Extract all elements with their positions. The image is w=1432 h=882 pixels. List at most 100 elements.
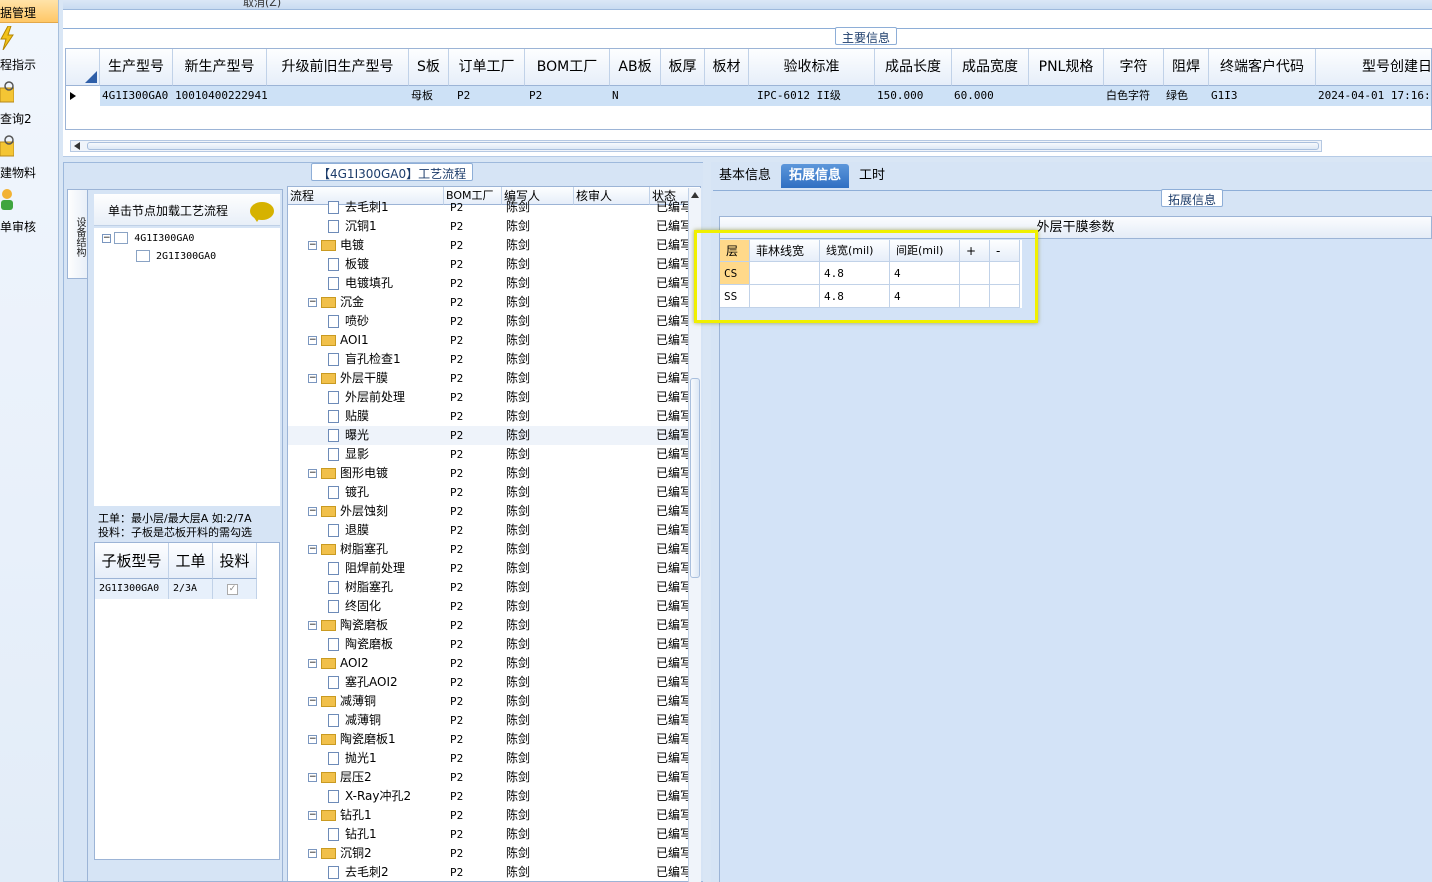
process-row[interactable]: − 电镀 P2 陈剑 已编写 (288, 236, 692, 255)
process-step-cell[interactable]: 陶瓷磨板 (324, 635, 444, 654)
process-row[interactable]: − 陶瓷磨板 P2 陈剑 已编写 (288, 616, 692, 635)
process-factory-cell[interactable]: P2 (450, 521, 500, 540)
process-step-cell[interactable]: − 沉铜2 (308, 844, 444, 863)
process-row[interactable]: 喷砂 P2 陈剑 已编写 (288, 312, 692, 331)
nav-item-process-guide[interactable]: 程指示 (0, 26, 58, 76)
col-header[interactable]: 订单工厂 (449, 49, 525, 86)
process-row[interactable]: − 减薄铜 P2 陈剑 已编写 (288, 692, 692, 711)
tree-node-child[interactable]: 2G1I300GA0 (136, 250, 216, 262)
process-writer-cell[interactable]: 陈剑 (506, 483, 566, 502)
process-step-cell[interactable]: − 层压2 (308, 768, 444, 787)
process-row[interactable]: 退膜 P2 陈剑 已编写 (288, 521, 692, 540)
process-writer-cell[interactable]: 陈剑 (506, 521, 566, 540)
process-writer-cell[interactable]: 陈剑 (506, 844, 566, 863)
cell[interactable]: 白色字符 (1104, 86, 1164, 106)
process-writer-cell[interactable]: 陈剑 (506, 654, 566, 673)
process-writer-cell[interactable]: 陈剑 (506, 711, 566, 730)
side-tab-structure[interactable]: 设备结构 (67, 189, 87, 279)
cell[interactable]: P2 (449, 86, 525, 106)
process-row[interactable]: 沉铜1 P2 陈剑 已编写 (288, 217, 692, 236)
process-factory-cell[interactable]: P2 (450, 825, 500, 844)
process-factory-cell[interactable]: P2 (450, 198, 500, 217)
process-factory-cell[interactable]: P2 (450, 426, 500, 445)
col-header[interactable]: 投料 (213, 543, 257, 579)
cell[interactable]: 4G1I300GA0 (100, 86, 173, 106)
process-writer-cell[interactable]: 陈剑 (506, 255, 566, 274)
cell[interactable]: 绿色 (1164, 86, 1209, 106)
process-writer-cell[interactable]: 陈剑 (506, 293, 566, 312)
process-row[interactable]: − 沉铜2 P2 陈剑 已编写 (288, 844, 692, 863)
collapse-icon[interactable]: − (308, 849, 317, 858)
cell[interactable]: P2 (525, 86, 610, 106)
tree-node-root[interactable]: − 4G1I300GA0 (102, 232, 194, 244)
process-writer-cell[interactable]: 陈剑 (506, 331, 566, 350)
collapse-icon[interactable]: − (308, 621, 317, 630)
process-writer-cell[interactable]: 陈剑 (506, 749, 566, 768)
process-step-cell[interactable]: 贴膜 (324, 407, 444, 426)
process-factory-cell[interactable]: P2 (450, 787, 500, 806)
scroll-thumb[interactable] (87, 142, 1319, 150)
process-step-cell[interactable]: − 陶瓷磨板1 (308, 730, 444, 749)
scroll-left-icon[interactable] (74, 142, 80, 150)
collapse-icon[interactable]: − (308, 241, 317, 250)
collapse-icon[interactable]: − (308, 298, 317, 307)
col-header[interactable]: 阻焊 (1164, 49, 1209, 86)
collapse-icon[interactable]: − (308, 507, 317, 516)
cell[interactable]: 2G1I300GA0 (95, 579, 169, 599)
process-writer-cell[interactable]: 陈剑 (506, 559, 566, 578)
process-writer-cell[interactable]: 陈剑 (506, 597, 566, 616)
process-factory-cell[interactable]: P2 (450, 616, 500, 635)
chat-bubble-icon[interactable] (250, 202, 274, 222)
cancel-button[interactable]: 取消(Z) (243, 0, 281, 9)
process-row[interactable]: − 图形电镀 P2 陈剑 已编写 (288, 464, 692, 483)
process-row[interactable]: 板镀 P2 陈剑 已编写 (288, 255, 692, 274)
process-writer-cell[interactable]: 陈剑 (506, 787, 566, 806)
process-step-cell[interactable]: 曝光 (324, 426, 444, 445)
cell[interactable] (267, 86, 409, 106)
process-row[interactable]: 终固化 P2 陈剑 已编写 (288, 597, 692, 616)
process-writer-cell[interactable]: 陈剑 (506, 236, 566, 255)
process-row[interactable]: 贴膜 P2 陈剑 已编写 (288, 407, 692, 426)
process-writer-cell[interactable]: 陈剑 (506, 217, 566, 236)
nav-item-create-material[interactable]: 建物料 (0, 134, 58, 184)
nav-item-order-review[interactable]: 单审核 (0, 188, 58, 238)
col-header[interactable]: BOM工厂 (525, 49, 610, 86)
process-factory-cell[interactable]: P2 (450, 673, 500, 692)
process-step-cell[interactable]: 阻焊前处理 (324, 559, 444, 578)
process-row[interactable]: X-Ray冲孔2 P2 陈剑 已编写 (288, 787, 692, 806)
process-step-cell[interactable]: − 电镀 (308, 236, 444, 255)
process-factory-cell[interactable]: P2 (450, 217, 500, 236)
process-writer-cell[interactable]: 陈剑 (506, 578, 566, 597)
process-step-cell[interactable]: − 陶瓷磨板 (308, 616, 444, 635)
process-writer-cell[interactable]: 陈剑 (506, 502, 566, 521)
process-step-cell[interactable]: − AOI2 (308, 654, 444, 673)
col-header[interactable]: 型号创建日 (1316, 49, 1431, 86)
scroll-thumb[interactable] (690, 378, 700, 578)
process-writer-cell[interactable]: 陈剑 (506, 426, 566, 445)
process-factory-cell[interactable]: P2 (450, 692, 500, 711)
process-step-cell[interactable]: 终固化 (324, 597, 444, 616)
process-step-cell[interactable]: 显影 (324, 445, 444, 464)
cell[interactable]: 60.000 (952, 86, 1029, 106)
cell[interactable]: G1I3 (1209, 86, 1316, 106)
process-writer-cell[interactable]: 陈剑 (506, 198, 566, 217)
process-writer-cell[interactable]: 陈剑 (506, 825, 566, 844)
process-factory-cell[interactable]: P2 (450, 711, 500, 730)
process-row[interactable]: 去毛刺1 P2 陈剑 已编写 (288, 198, 692, 217)
process-step-cell[interactable]: 去毛刺2 (324, 863, 444, 881)
cell[interactable]: 2/3A (169, 579, 213, 599)
process-step-cell[interactable]: 喷砂 (324, 312, 444, 331)
tab-extended-info[interactable]: 拓展信息 (781, 164, 850, 188)
process-writer-cell[interactable]: 陈剑 (506, 350, 566, 369)
process-row[interactable]: − 陶瓷磨板1 P2 陈剑 已编写 (288, 730, 692, 749)
process-row[interactable]: 钻孔1 P2 陈剑 已编写 (288, 825, 692, 844)
process-row[interactable]: − AOI1 P2 陈剑 已编写 (288, 331, 692, 350)
process-factory-cell[interactable]: P2 (450, 540, 500, 559)
col-header[interactable]: PNL规格 (1029, 49, 1104, 86)
process-step-cell[interactable]: 镀孔 (324, 483, 444, 502)
col-header[interactable]: 验收标准 (749, 49, 875, 86)
process-step-cell[interactable]: 沉铜1 (324, 217, 444, 236)
process-row[interactable]: 显影 P2 陈剑 已编写 (288, 445, 692, 464)
scroll-up-icon[interactable] (691, 192, 699, 198)
col-header[interactable]: 板厚 (661, 49, 705, 86)
